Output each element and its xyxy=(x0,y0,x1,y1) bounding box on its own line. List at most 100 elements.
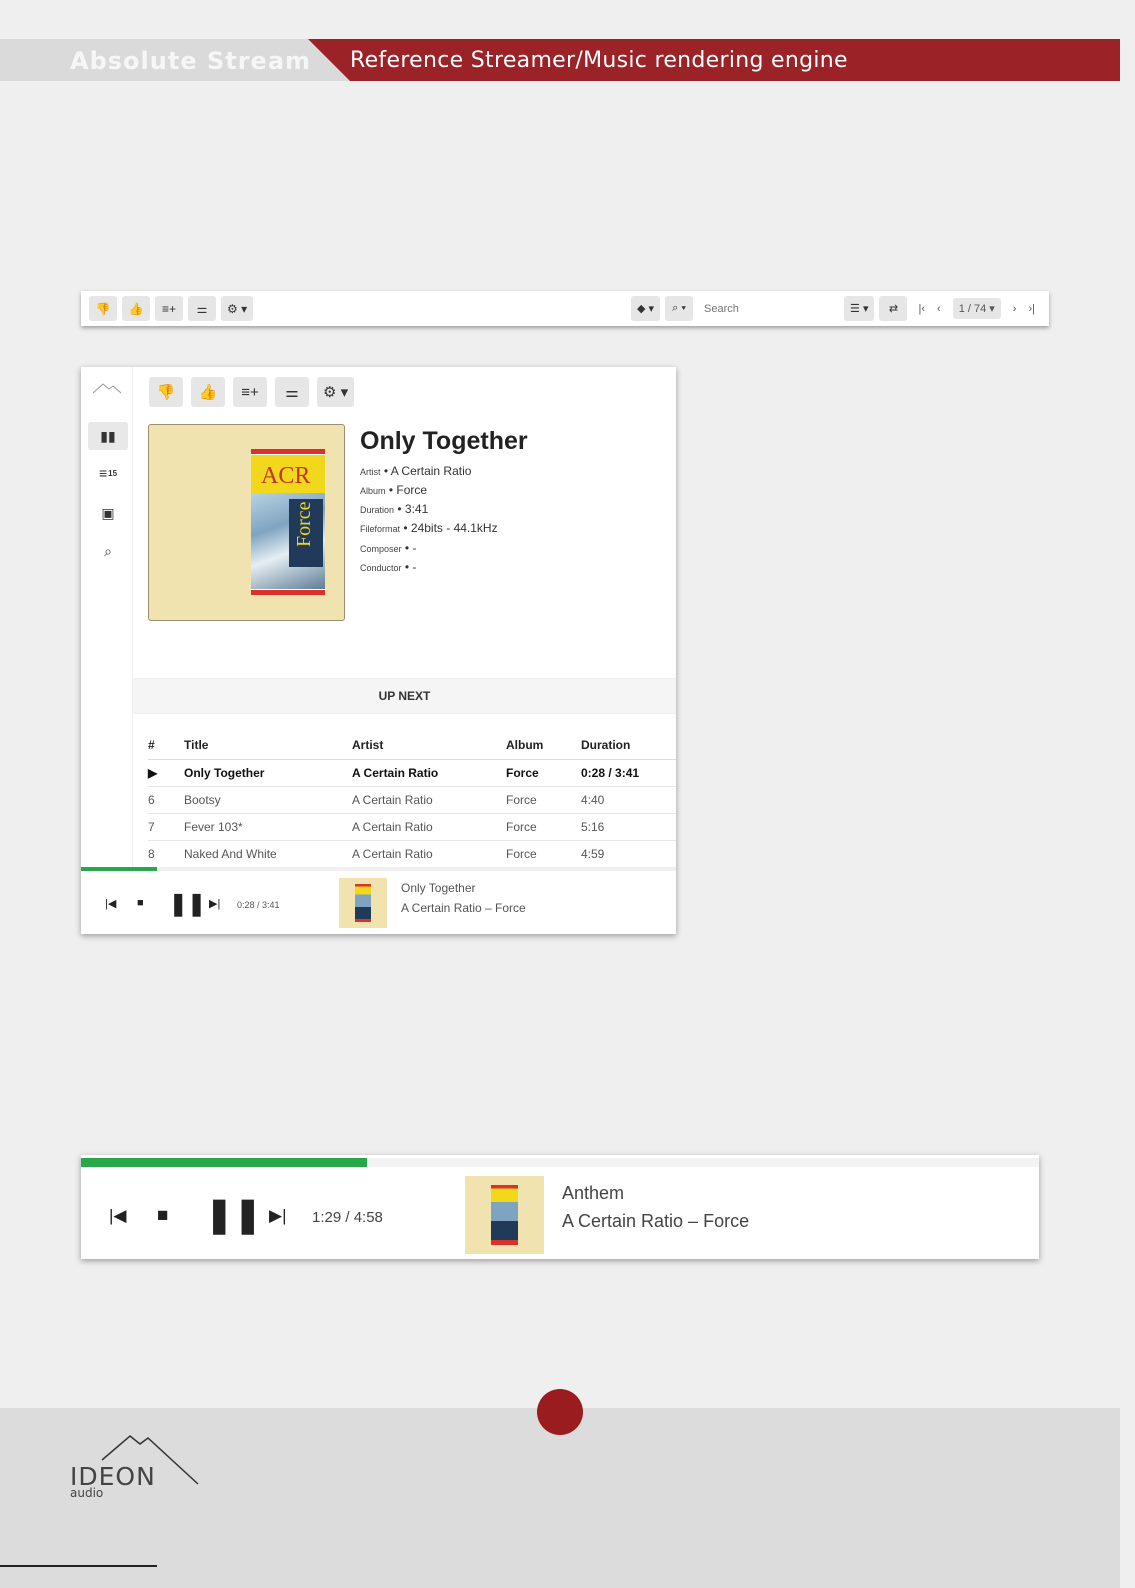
library-icon: ▣ xyxy=(101,504,115,521)
col-number[interactable]: # xyxy=(148,731,184,760)
pagination: |‹ ‹ 1 / 74 ▾ › ›| xyxy=(912,298,1041,319)
meta-key: Conductor xyxy=(360,563,402,573)
equalizer-button[interactable]: ⚌ xyxy=(188,296,216,321)
swap-icon: ⇄ xyxy=(888,303,899,315)
meta-duration: Duration • 3:41 xyxy=(360,502,429,516)
row-album: Force xyxy=(506,813,581,841)
thumbs-up-button[interactable]: 👍 xyxy=(122,296,150,321)
brand-subword: audio xyxy=(70,1486,104,1500)
meta-key: Duration xyxy=(360,505,395,515)
col-artist[interactable]: Artist xyxy=(352,731,506,760)
prev-page-icon[interactable]: ‹ xyxy=(937,303,941,315)
settings-dropdown[interactable]: ⚙ ▾ xyxy=(221,296,254,321)
sort-dropdown[interactable]: ☰ ▾ xyxy=(844,296,875,321)
layers-dropdown[interactable]: ◆ ▾ xyxy=(630,296,661,321)
row-album: Force xyxy=(506,840,581,868)
pause-icon: ❚❚ xyxy=(205,1196,262,1234)
layers-icon: ◆ ▾ xyxy=(636,303,655,315)
thumbs-down-button[interactable]: 👎 xyxy=(89,296,117,321)
mini-player: |◀ ■ ❚❚ ▶| 0:28 / 3:41 Only Together A C… xyxy=(81,871,676,934)
table-row[interactable]: 8 Naked And White A Certain Ratio Force … xyxy=(148,840,676,868)
meta-value: Force xyxy=(396,483,428,497)
row-duration: 0:28 / 3:41 xyxy=(581,759,676,787)
first-page-icon[interactable]: |‹ xyxy=(918,303,925,315)
sidebar-item-library[interactable]: ▣ xyxy=(88,499,128,527)
row-album: Force xyxy=(506,786,581,814)
previous-button[interactable]: |◀ xyxy=(105,897,116,910)
equalizer-button[interactable]: ⚌ xyxy=(275,377,309,407)
album-art: ACR Force xyxy=(251,449,325,595)
playlist-add-icon: ≡+ xyxy=(241,383,259,401)
row-title: Fever 103* xyxy=(184,813,352,841)
table-row[interactable]: 6 Bootsy A Certain Ratio Force 4:40 xyxy=(148,786,676,814)
page-select[interactable]: 1 / 74 ▾ xyxy=(952,298,1001,319)
sidebar-item-search[interactable]: ⌕ xyxy=(88,537,128,565)
settings-dropdown[interactable]: ⚙ ▾ xyxy=(317,377,355,407)
big-progress-bar[interactable] xyxy=(81,1158,1039,1167)
app-window: ▮▮ ≡ 15 ▣ ⌕ 👎 👍 ≡+ ⚌ ⚙ ▾ ACR Force Only T… xyxy=(81,367,676,934)
player-bar: |◀ ■ ❚❚ ▶| 1:29 / 4:58 Anthem A Certain … xyxy=(81,1155,1039,1259)
stop-button[interactable]: ■ xyxy=(137,897,144,909)
row-artist: A Certain Ratio xyxy=(352,840,506,868)
col-duration[interactable]: Duration xyxy=(581,731,676,760)
cover-album-name: Force xyxy=(293,501,315,547)
big-song-subtitle: A Certain Ratio – Force xyxy=(562,1211,750,1231)
row-duration: 5:16 xyxy=(581,813,676,841)
big-album-thumb xyxy=(465,1176,544,1254)
next-button[interactable]: ▶| xyxy=(209,897,220,910)
sidebar-item-now-playing[interactable]: ▮▮ xyxy=(88,422,128,450)
row-title: Only Together xyxy=(184,759,352,787)
pause-button[interactable]: ❚❚ xyxy=(205,1195,262,1235)
gear-icon: ⚙ ▾ xyxy=(323,384,349,401)
table-row[interactable]: 7 Fever 103* A Certain Ratio Force 5:16 xyxy=(148,813,676,841)
col-title[interactable]: Title xyxy=(184,731,352,760)
stop-button[interactable]: ■ xyxy=(157,1205,168,1227)
row-number: ▶ xyxy=(148,759,184,787)
thumbs-down-icon: 👎 xyxy=(156,384,176,401)
banner-subtitle: Reference Streamer/Music rendering engin… xyxy=(350,48,848,73)
meta-value: 3:41 xyxy=(404,502,429,516)
search-mode-dropdown[interactable]: ⌕ ▾ xyxy=(665,296,694,321)
table-row[interactable]: ▶ Only Together A Certain Ratio Force 0:… xyxy=(148,759,676,787)
thumbs-up-button[interactable]: 👍 xyxy=(191,377,225,407)
app-toolbar: 👎 👍 ≡+ ⚌ ⚙ ▾ xyxy=(149,377,362,407)
add-to-queue-button[interactable]: ≡+ xyxy=(233,377,267,407)
thumbs-down-button[interactable]: 👎 xyxy=(149,377,183,407)
meta-key: Album xyxy=(360,486,386,496)
row-number: 6 xyxy=(148,786,184,814)
gear-icon: ⚙ ▾ xyxy=(227,301,248,316)
skip-previous-icon: |◀ xyxy=(105,898,117,910)
toolbar-strip: 👎 👍 ≡+ ⚌ ⚙ ▾ ◆ ▾ ⌕ ▾ ☰ ▾ ⇄ |‹ ‹ 1 / 74 ▾… xyxy=(81,291,1049,326)
pause-button[interactable]: ❚❚ xyxy=(169,891,206,917)
previous-button[interactable]: |◀ xyxy=(109,1206,127,1226)
queue-header-row: # Title Artist Album Duration xyxy=(148,731,676,760)
mini-album-thumb xyxy=(339,878,387,928)
next-page-icon[interactable]: › xyxy=(1013,303,1017,315)
stop-icon: ■ xyxy=(137,897,144,909)
next-button[interactable]: ▶| xyxy=(269,1206,287,1226)
album-cover: ACR Force xyxy=(148,424,345,621)
search-icon: ⌕ xyxy=(104,542,112,559)
last-page-icon[interactable]: ›| xyxy=(1028,303,1035,315)
thumbs-up-icon: 👍 xyxy=(128,301,144,316)
sort-icon: ☰ ▾ xyxy=(850,303,869,315)
swap-button[interactable]: ⇄ xyxy=(879,296,908,321)
add-to-queue-button[interactable]: ≡+ xyxy=(155,296,183,321)
bar-chart-icon: ▮▮ xyxy=(100,427,116,444)
row-duration: 4:40 xyxy=(581,786,676,814)
meta-value: A Certain Ratio xyxy=(390,464,472,478)
row-number: 7 xyxy=(148,813,184,841)
mini-time: 0:28 / 3:41 xyxy=(237,900,280,910)
sliders-icon: ⚌ xyxy=(285,384,299,401)
page-marker xyxy=(537,1389,583,1435)
search-input[interactable] xyxy=(698,296,839,321)
thumbs-up-icon: 👍 xyxy=(198,384,218,401)
queue-icon: ≡ xyxy=(98,465,108,481)
search-icon: ⌕ ▾ xyxy=(672,302,686,314)
meta-value: - xyxy=(412,541,417,555)
meta-key: Fileformat xyxy=(360,524,401,534)
mini-song-subtitle: A Certain Ratio – Force xyxy=(401,901,526,915)
col-album[interactable]: Album xyxy=(506,731,581,760)
meta-fileformat: Fileformat • 24bits - 44.1kHz xyxy=(360,521,498,535)
sidebar-item-queue[interactable]: ≡ 15 xyxy=(88,459,128,487)
